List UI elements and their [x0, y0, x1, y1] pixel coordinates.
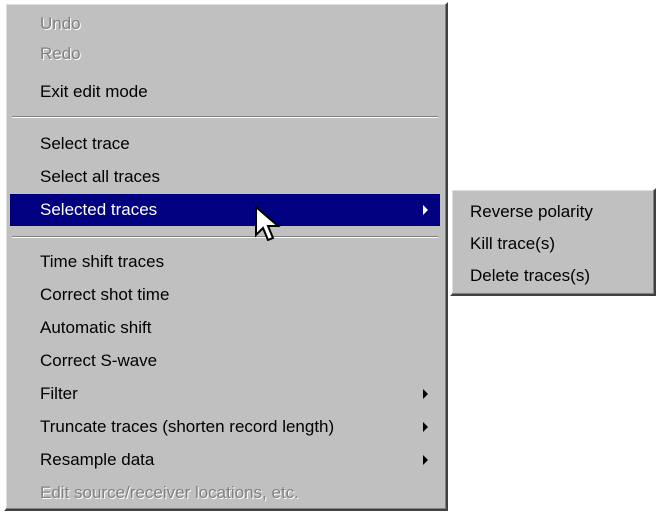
menu-item-correct-s-wave[interactable]: Correct S-wave — [6, 345, 442, 377]
submenu-item-label: Reverse polarity — [470, 202, 593, 221]
submenu-item-label: Delete traces(s) — [470, 266, 590, 285]
submenu-item-delete-traces[interactable]: Delete traces(s) — [452, 260, 654, 292]
menu-item-correct-shot-time[interactable]: Correct shot time — [6, 279, 442, 311]
menu-item-redo[interactable]: Redo — [6, 38, 442, 70]
mouse-pointer-icon — [255, 205, 281, 242]
menu-item-time-shift-traces[interactable]: Time shift traces — [6, 246, 442, 278]
menu-separator — [12, 236, 438, 238]
menu-item-label: Filter — [40, 384, 78, 403]
menu-item-label: Automatic shift — [40, 318, 152, 337]
menu-item-label: Time shift traces — [40, 252, 165, 271]
menu-item-selected-traces[interactable]: Selected traces — [10, 194, 440, 226]
menu-item-label: Select trace — [40, 134, 130, 153]
submenu-item-reverse-polarity[interactable]: Reverse polarity — [452, 196, 654, 228]
menu-item-label: Undo — [40, 14, 81, 33]
submenu-arrow-icon — [423, 205, 428, 215]
menu-item-truncate-traces[interactable]: Truncate traces (shorten record length) — [6, 411, 442, 443]
menu-item-label: Selected traces — [40, 200, 158, 219]
menu-item-filter[interactable]: Filter — [6, 378, 442, 410]
menu-item-label: Edit source/receiver locations, etc. — [40, 483, 299, 502]
menu-item-edit-source-receiver-locations[interactable]: Edit source/receiver locations, etc. — [6, 477, 442, 509]
submenu-arrow-icon — [423, 455, 428, 465]
menu-separator — [12, 116, 438, 118]
menu-item-select-trace[interactable]: Select trace — [6, 128, 442, 160]
menu-item-exit-edit-mode[interactable]: Exit edit mode — [6, 76, 442, 108]
context-menu: Undo Redo Exit edit mode Select trace Se… — [4, 2, 448, 511]
submenu-arrow-icon — [423, 422, 428, 432]
menu-item-automatic-shift[interactable]: Automatic shift — [6, 312, 442, 344]
menu-item-label: Redo — [40, 44, 81, 63]
menu-item-label: Resample data — [40, 450, 155, 469]
menu-item-label: Truncate traces (shorten record length) — [40, 417, 335, 436]
selected-traces-submenu: Reverse polarity Kill trace(s) Delete tr… — [450, 188, 656, 296]
menu-item-select-all-traces[interactable]: Select all traces — [6, 161, 442, 193]
menu-item-label: Correct S-wave — [40, 351, 158, 370]
menu-item-resample-data[interactable]: Resample data — [6, 444, 442, 476]
submenu-item-kill-traces[interactable]: Kill trace(s) — [452, 228, 654, 260]
menu-item-label: Exit edit mode — [40, 82, 148, 101]
submenu-item-label: Kill trace(s) — [470, 234, 556, 253]
submenu-arrow-icon — [423, 389, 428, 399]
menu-item-label: Select all traces — [40, 167, 160, 186]
menu-item-label: Correct shot time — [40, 285, 170, 304]
menu-item-undo[interactable]: Undo — [6, 8, 442, 40]
